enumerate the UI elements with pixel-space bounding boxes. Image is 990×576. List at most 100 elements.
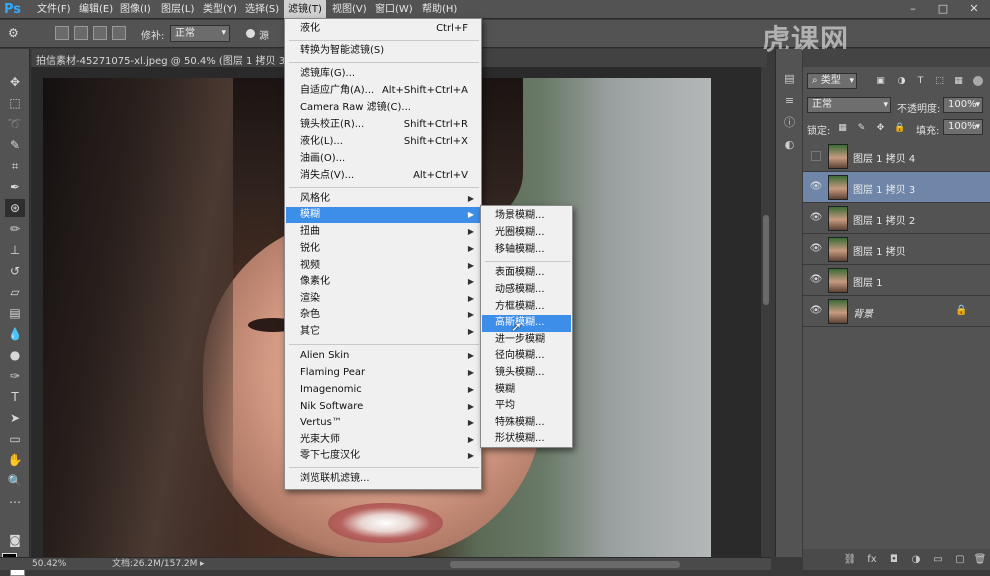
repair-mode-select[interactable]: 正常 [170, 25, 230, 42]
blend-mode-select[interactable]: 正常 [807, 97, 891, 113]
menu-item-iris-blur[interactable]: 光圈模糊... [482, 225, 571, 242]
menu-item-vanishing-point[interactable]: 消失点(V)... Alt+Ctrl+V [286, 168, 480, 184]
menu-item-browse-online[interactable]: 浏览联机滤镜... [286, 471, 480, 487]
menu-item-nik-software[interactable]: Nik Software ▶ [286, 399, 480, 415]
info-panel-icon[interactable]: ⓘ [782, 115, 797, 130]
layer-name[interactable]: 图层 1 拷贝 4 [853, 150, 915, 165]
menu-layer[interactable]: 图层(L) [157, 0, 198, 19]
marquee-tool-icon[interactable]: ⬚ [5, 94, 25, 112]
color-panel-icon[interactable]: ◐ [782, 137, 797, 152]
new-selection-icon[interactable] [55, 26, 69, 40]
visibility-toggle-off[interactable] [811, 151, 821, 161]
menu-item-smart-blur[interactable]: 特殊模糊... [482, 415, 571, 432]
maximize-icon[interactable]: □ [935, 2, 951, 16]
lock-all-icon[interactable]: 🔒 [894, 123, 905, 134]
status-arrow-icon[interactable]: ▸ [200, 559, 205, 569]
layer-row[interactable]: 👁 图层 1 拷贝 [803, 234, 990, 265]
menu-item-blur-more[interactable]: 进一步模糊 [482, 332, 571, 349]
blur-tool-icon[interactable]: 💧 [5, 325, 25, 343]
menu-item-surface-blur[interactable]: 表面模糊... [482, 265, 571, 282]
quick-mask-icon[interactable]: ◙ [5, 531, 25, 549]
minimize-icon[interactable]: – [905, 2, 921, 16]
lock-transparency-icon[interactable]: ▦ [837, 123, 848, 134]
quick-select-tool-icon[interactable]: ✎ [5, 136, 25, 154]
menu-item-vertus[interactable]: Vertus™ ▶ [286, 415, 480, 431]
menu-item-pixelate[interactable]: 像素化 ▶ [286, 274, 480, 290]
zoom-tool-icon[interactable]: 🔍 [5, 472, 25, 490]
menu-item-convert-smart-filter[interactable]: 转换为智能滤镜(S) [286, 43, 480, 59]
layer-style-icon[interactable]: fx [865, 553, 879, 567]
menu-edit[interactable]: 编辑(E) [75, 0, 117, 19]
link-layers-icon[interactable]: ⛓ [843, 553, 857, 567]
menu-type[interactable]: 类型(Y) [199, 0, 241, 19]
new-group-icon[interactable]: ▭ [931, 553, 945, 567]
adjustment-layer-icon[interactable]: ◑ [909, 553, 923, 567]
layer-kind-select[interactable]: ⌕ 类型 [807, 73, 857, 89]
filter-pixel-icon[interactable]: ▣ [875, 76, 886, 87]
menu-item-camera-raw[interactable]: Camera Raw 滤镜(C)... [286, 100, 480, 116]
new-layer-icon[interactable]: ▢ [953, 553, 967, 567]
delete-layer-icon[interactable]: 🗑 [973, 553, 987, 567]
fill-field[interactable]: 100% [943, 119, 983, 135]
menu-item-chinese-localization[interactable]: 零下七度汉化 ▶ [286, 448, 480, 464]
dodge-tool-icon[interactable]: ● [5, 346, 25, 364]
layer-row[interactable]: 👁 背景 🔒 [803, 296, 990, 327]
stamp-tool-icon[interactable]: ⊥ [5, 241, 25, 259]
shape-tool-icon[interactable]: ▭ [5, 430, 25, 448]
filter-smart-icon[interactable]: ▦ [953, 76, 964, 87]
pen-tool-icon[interactable]: ✑ [5, 367, 25, 385]
menu-item-render[interactable]: 渲染 ▶ [286, 291, 480, 307]
zoom-level[interactable]: 50.42% [32, 558, 66, 571]
filter-type-icon[interactable]: T [915, 76, 926, 87]
path-select-tool-icon[interactable]: ➤ [5, 409, 25, 427]
menu-item-last-filter[interactable]: 液化 Ctrl+F [286, 21, 480, 37]
eye-icon[interactable]: 👁 [809, 243, 823, 255]
patch-tool-icon[interactable]: ⚙ [8, 26, 24, 42]
menu-item-other[interactable]: 其它 ▶ [286, 324, 480, 340]
filter-toggle[interactable] [973, 76, 983, 86]
menu-item-imagenomic[interactable]: Imagenomic ▶ [286, 382, 480, 398]
vertical-scrollbar[interactable] [761, 67, 771, 557]
filter-adjustment-icon[interactable]: ◑ [896, 76, 907, 87]
add-selection-icon[interactable] [74, 26, 88, 40]
menu-file[interactable]: 文件(F) [33, 0, 75, 19]
menu-item-field-blur[interactable]: 场景模糊... [482, 208, 571, 225]
layer-row[interactable]: 👁 图层 1 [803, 265, 990, 296]
menu-item-average[interactable]: 平均 [482, 398, 571, 415]
menu-item-distort[interactable]: 扭曲 ▶ [286, 224, 480, 240]
history-panel-icon[interactable]: ▤ [782, 71, 797, 86]
menu-view[interactable]: 视图(V) [328, 0, 371, 19]
vertical-scroll-thumb[interactable] [763, 215, 769, 305]
menu-item-oil-paint[interactable]: 油画(O)... [286, 151, 480, 167]
menu-help[interactable]: 帮助(H) [418, 0, 461, 19]
gradient-tool-icon[interactable]: ▤ [5, 304, 25, 322]
add-mask-icon[interactable]: ◘ [887, 553, 901, 567]
patch-tool-icon[interactable]: ⊛ [5, 199, 25, 217]
layers-panel-tabs[interactable] [803, 49, 990, 67]
more-tools-icon[interactable]: ⋯ [5, 493, 25, 511]
opacity-field[interactable]: 100% [943, 97, 983, 113]
menu-item-radial-blur[interactable]: 径向模糊... [482, 348, 571, 365]
menu-item-box-blur[interactable]: 方框模糊... [482, 299, 571, 316]
menu-item-filter-gallery[interactable]: 滤镜库(G)... [286, 66, 480, 82]
menu-item-lens-blur[interactable]: 镜头模糊... [482, 365, 571, 382]
eraser-tool-icon[interactable]: ▱ [5, 283, 25, 301]
layer-name[interactable]: 图层 1 拷贝 2 [853, 212, 915, 227]
properties-panel-icon[interactable]: ≡ [782, 93, 797, 108]
eye-icon[interactable]: 👁 [809, 212, 823, 224]
layer-name[interactable]: 图层 1 拷贝 3 [853, 181, 915, 196]
move-tool-icon[interactable]: ✥ [5, 73, 25, 91]
source-radio[interactable] [246, 29, 255, 38]
layer-name[interactable]: 图层 1 [853, 274, 883, 289]
menu-image[interactable]: 图像(I) [116, 0, 155, 19]
menu-item-lens-correction[interactable]: 镜头校正(R)... Shift+Ctrl+R [286, 117, 480, 133]
horizontal-scroll-thumb[interactable] [450, 561, 680, 568]
menu-select[interactable]: 选择(S) [241, 0, 283, 19]
menu-item-gaussian-blur[interactable]: 高斯模糊... [482, 315, 571, 332]
menu-item-adaptive-wide-angle[interactable]: 自适应广角(A)... Alt+Shift+Ctrl+A [286, 83, 480, 99]
layer-row-selected[interactable]: 👁 图层 1 拷贝 3 [803, 172, 990, 203]
brush-tool-icon[interactable]: ✏ [5, 220, 25, 238]
menu-item-motion-blur[interactable]: 动感模糊... [482, 282, 571, 299]
layer-name[interactable]: 图层 1 拷贝 [853, 243, 906, 258]
menu-item-shape-blur[interactable]: 形状模糊... [482, 431, 571, 448]
